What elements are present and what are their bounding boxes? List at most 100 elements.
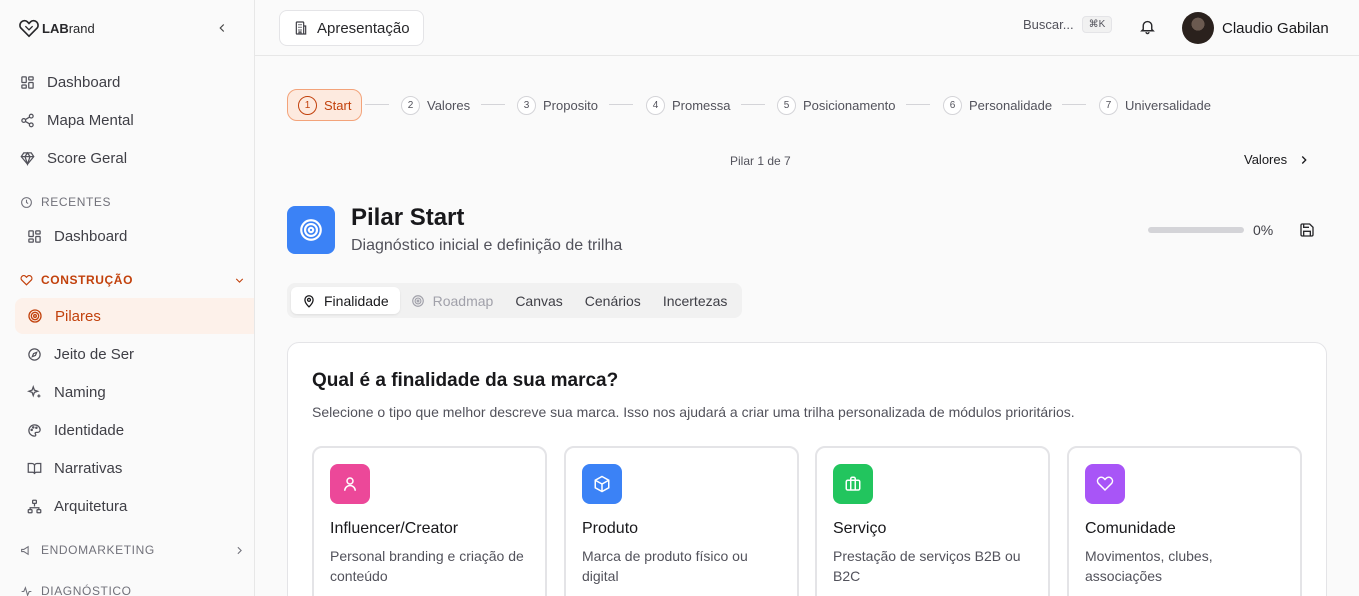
- sidebar-item-dashboard[interactable]: Dashboard: [0, 64, 254, 100]
- pilar-counter: Pilar 1 de 7: [730, 154, 791, 168]
- step-number: 6: [943, 95, 962, 115]
- section-label: CONSTRUÇÃO: [41, 273, 133, 287]
- option-influencer-creator[interactable]: Influencer/Creator Personal branding e c…: [312, 446, 547, 596]
- user-icon: [344, 477, 356, 491]
- tab-label: Roadmap: [432, 292, 494, 309]
- sidebar-item-narrativas[interactable]: Narrativas: [0, 450, 254, 486]
- step-connector: [906, 104, 930, 105]
- palette-icon: [28, 423, 41, 437]
- target-icon: [300, 219, 322, 241]
- user-menu[interactable]: Claudio Gabilan: [1182, 12, 1329, 44]
- heart-icon: [1096, 476, 1114, 492]
- sidebar-item-label: Jeito de Ser: [54, 345, 135, 363]
- sparkles-icon: [27, 384, 41, 398]
- sidebar-item-label: Pilares: [55, 307, 101, 325]
- step-number: 4: [646, 95, 665, 115]
- step-label: Personalidade: [969, 97, 1053, 113]
- section-endomarketing-toggle[interactable]: ENDOMARKETING: [0, 540, 254, 560]
- sidebar-item-label: Naming: [54, 383, 106, 401]
- heart-logo-icon: [19, 19, 39, 38]
- tab-roadmap[interactable]: Roadmap: [400, 287, 505, 314]
- section-recentes: RECENTES: [0, 192, 254, 212]
- step-personalidade[interactable]: 6 Personalidade: [943, 89, 1052, 121]
- section-label: RECENTES: [41, 195, 112, 209]
- clock-icon: [21, 196, 32, 208]
- logo-bold-text: LAB: [42, 20, 69, 36]
- step-label: Universalidade: [1125, 97, 1211, 113]
- pulse-icon: [21, 585, 32, 596]
- step-connector: [1062, 104, 1086, 105]
- target-icon: [28, 309, 42, 323]
- target-icon: [411, 294, 424, 307]
- chevron-left-icon: [219, 24, 225, 32]
- presentation-label: Apresentação: [317, 19, 410, 37]
- megaphone-icon: [21, 545, 29, 555]
- option-icon-badge: [1085, 464, 1125, 504]
- sidebar-item-label: Score Geral: [47, 149, 128, 167]
- section-diagnostico-toggle[interactable]: DIAGNÓSTICO: [0, 581, 254, 596]
- sidebar-item-pilares[interactable]: Pilares: [15, 298, 254, 334]
- progress-percent: 0%: [1253, 222, 1274, 238]
- option-title: Serviço: [833, 520, 887, 537]
- avatar: [1182, 12, 1214, 44]
- section-label: DIAGNÓSTICO: [41, 584, 132, 596]
- tab-cenarios[interactable]: Cenários: [574, 287, 652, 314]
- step-connector: [481, 104, 505, 105]
- tab-incertezas[interactable]: Incertezas: [652, 287, 739, 314]
- option-servico[interactable]: Serviço Prestação de serviços B2B ou B2C: [815, 446, 1050, 596]
- option-comunidade[interactable]: Comunidade Movimentos, clubes, associaçõ…: [1067, 446, 1302, 596]
- step-connector: [365, 104, 389, 105]
- tab-label: Incertezas: [662, 292, 728, 309]
- step-label: Proposito: [543, 97, 598, 113]
- sidebar-item-label: Mapa Mental: [47, 111, 134, 129]
- option-title: Produto: [582, 520, 639, 537]
- option-description: Movimentos, clubes, associações: [1085, 548, 1213, 584]
- sidebar-item-label: Narrativas: [54, 459, 123, 477]
- compass-icon: [28, 347, 41, 361]
- option-title: Influencer/Creator: [330, 520, 459, 537]
- tab-canvas[interactable]: Canvas: [504, 287, 573, 314]
- pilar-progress-bar: [1148, 227, 1244, 233]
- tab-finalidade[interactable]: Finalidade: [291, 287, 400, 314]
- pilar-tabs: Finalidade Roadmap Canvas Cenários Incer…: [287, 283, 743, 318]
- box-icon: [594, 475, 610, 493]
- step-universalidade[interactable]: 7 Universalidade: [1099, 89, 1211, 121]
- step-start[interactable]: 1 Start: [287, 89, 363, 121]
- section-label: ENDOMARKETING: [41, 543, 155, 557]
- step-proposito[interactable]: 3 Proposito: [517, 89, 598, 121]
- step-posicionamento[interactable]: 5 Posicionamento: [777, 89, 896, 121]
- tab-label: Canvas: [515, 292, 563, 309]
- sidebar-item-score-geral[interactable]: Score Geral: [0, 140, 254, 176]
- sidebar-item-jeito-de-ser[interactable]: Jeito de Ser: [0, 336, 254, 372]
- finalidade-card: Qual é a finalidade da sua marca? Seleci…: [287, 342, 1327, 596]
- collapse-sidebar-button[interactable]: [212, 18, 232, 38]
- step-promessa[interactable]: 4 Promessa: [646, 89, 731, 121]
- step-number: 1: [298, 95, 317, 115]
- search-label: Buscar...: [1023, 17, 1074, 32]
- user-name: Claudio Gabilan: [1222, 19, 1329, 37]
- option-description: Personal branding e criação de conteúdo: [330, 548, 524, 584]
- pilar-target-badge: [287, 206, 335, 254]
- sidebar-item-mapa-mental[interactable]: Mapa Mental: [0, 102, 254, 138]
- step-valores[interactable]: 2 Valores: [401, 89, 470, 121]
- sidebar-item-arquitetura[interactable]: Arquitetura: [0, 488, 254, 524]
- notifications-button[interactable]: [1139, 18, 1156, 40]
- next-pilar-button[interactable]: Valores: [1244, 152, 1311, 167]
- share-icon: [21, 113, 34, 127]
- presentation-button[interactable]: Apresentação: [279, 10, 424, 46]
- sidebar-item-naming[interactable]: Naming: [0, 374, 254, 410]
- sidebar-item-recent-dashboard[interactable]: Dashboard: [0, 218, 254, 254]
- tab-label: Cenários: [584, 292, 641, 309]
- chevron-right-icon: [1301, 155, 1307, 164]
- option-icon-badge: [833, 464, 873, 504]
- brand-logo[interactable]: LABrand: [18, 18, 95, 38]
- option-description: Prestação de serviços B2B ou B2C: [833, 548, 1021, 584]
- option-produto[interactable]: Produto Marca de produto físico ou digit…: [564, 446, 799, 596]
- sidebar-item-identidade[interactable]: Identidade: [0, 412, 254, 448]
- step-label: Start: [324, 97, 352, 113]
- step-label: Posicionamento: [803, 97, 896, 113]
- save-button[interactable]: [1299, 222, 1315, 243]
- chevron-right-icon: [237, 546, 242, 554]
- section-construcao-toggle[interactable]: CONSTRUÇÃO: [0, 270, 254, 290]
- search-trigger[interactable]: Buscar... ⌘K: [1023, 16, 1113, 33]
